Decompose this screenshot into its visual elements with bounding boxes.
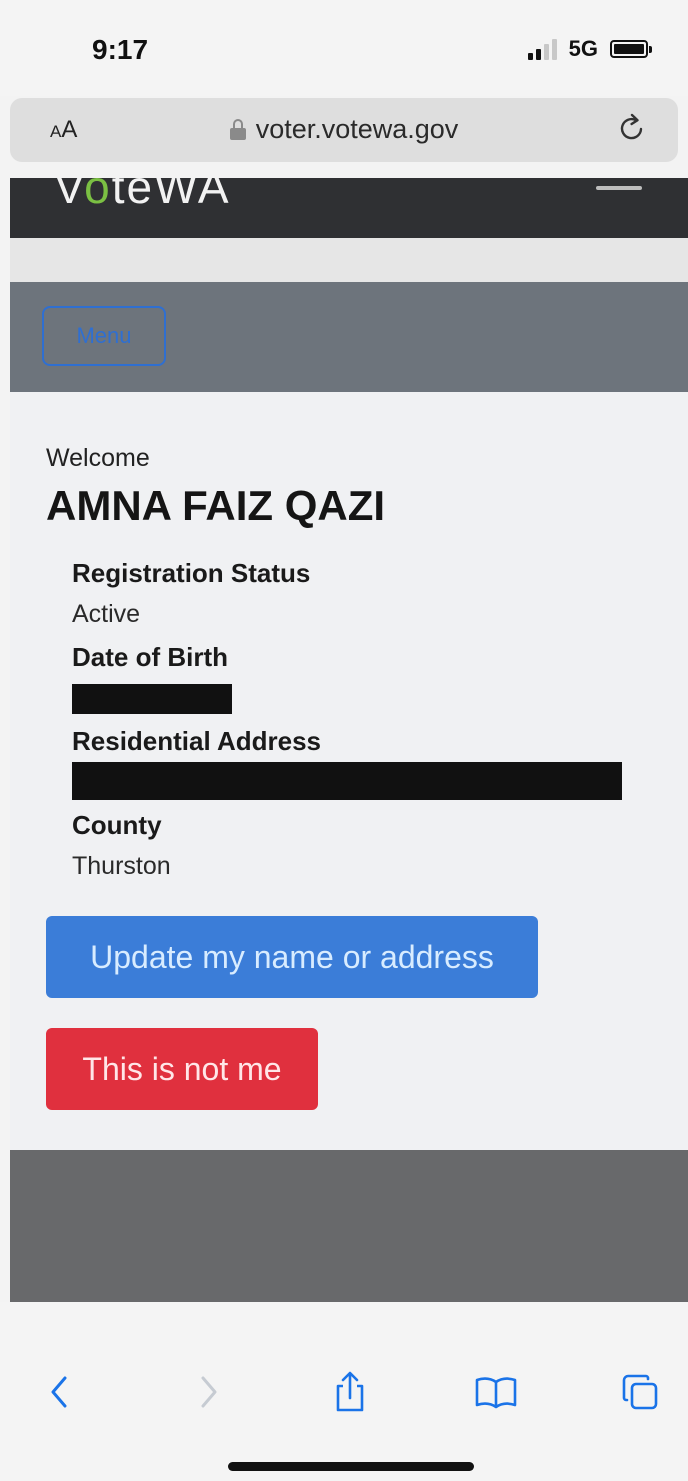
tabs-icon[interactable] [618,1370,662,1414]
residential-address-redacted [72,762,622,800]
not-me-button[interactable]: This is not me [46,1028,318,1110]
date-of-birth-label: Date of Birth [72,642,228,672]
status-bar: 9:17 5G [0,0,688,96]
network-label: 5G [568,36,598,61]
residential-address-label: Residential Address [72,726,322,756]
registration-status-value: Active [72,600,141,628]
menu-bar: Menu [10,282,688,392]
share-icon[interactable] [328,1370,372,1414]
county-value: Thurston [72,852,171,880]
battery-icon [610,40,652,58]
site-logo[interactable]: VoteWA [54,178,231,214]
hamburger-icon[interactable] [596,186,642,190]
browser-toolbar [0,1302,688,1481]
status-indicators: 5G [527,36,652,62]
back-icon[interactable] [38,1370,82,1414]
bookmarks-icon[interactable] [474,1370,518,1414]
home-indicator[interactable] [228,1462,474,1471]
status-time: 9:17 [92,34,149,65]
site-footer [10,1150,688,1302]
voter-info-panel: Welcome AMNA FAIZ QAZI Registration Stat… [10,392,688,1150]
welcome-text: Welcome [46,444,150,472]
county-label: County [72,810,162,840]
forward-icon[interactable] [186,1370,230,1414]
reload-icon[interactable] [616,112,648,144]
address-bar[interactable]: AA voter.votewa.gov [10,98,678,162]
url-display[interactable]: voter.votewa.gov [10,114,678,145]
header-spacer [10,238,688,282]
registration-status-label: Registration Status [72,558,311,588]
update-name-address-button[interactable]: Update my name or address [46,916,538,998]
date-of-birth-redacted [72,684,232,714]
signal-icon [527,38,557,60]
lock-icon [229,118,246,141]
menu-button[interactable]: Menu [42,306,166,366]
site-header: VoteWA [10,178,688,238]
url-text: voter.votewa.gov [255,114,459,144]
voter-name: AMNA FAIZ QAZI [46,482,386,529]
